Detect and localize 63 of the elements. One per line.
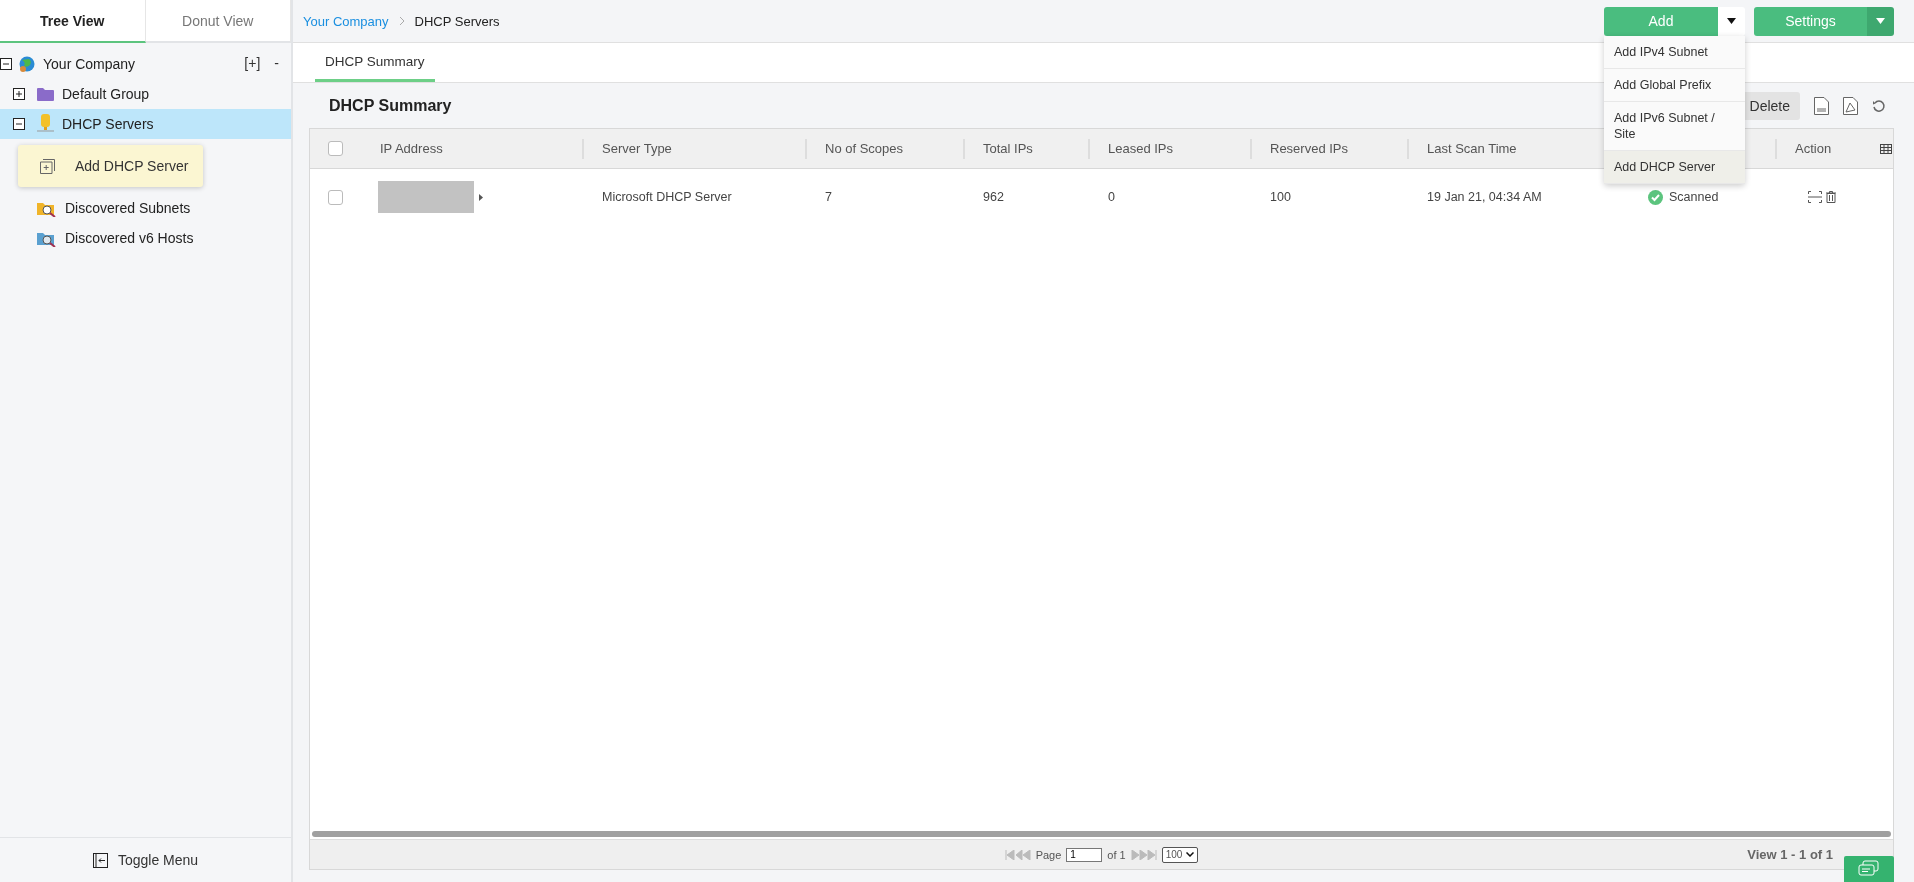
collapse-all-link[interactable]: - — [274, 55, 279, 71]
page-count: of 1 — [1107, 848, 1126, 861]
refresh-icon[interactable] — [1872, 98, 1886, 113]
server-icon — [37, 114, 54, 134]
column-header[interactable]: IP Address — [362, 138, 582, 159]
column-header[interactable]: Last Scan Time — [1407, 138, 1600, 159]
column-header[interactable]: Leased IPs — [1088, 138, 1250, 159]
collapse-icon[interactable] — [0, 58, 12, 70]
view-tab[interactable]: Donut View — [145, 0, 291, 43]
breadcrumb-current: DHCP Servers — [414, 13, 500, 29]
tree-item[interactable]: Discovered Subnets — [0, 193, 201, 223]
page-input[interactable]: 1 — [1066, 847, 1103, 862]
record-count: View 1 - 1 of 1 — [1747, 847, 1833, 862]
globe-icon — [18, 55, 35, 73]
collapse-icon[interactable] — [13, 118, 25, 130]
add-dropdown-button[interactable] — [1718, 6, 1745, 36]
tree-item[interactable]: Your Company — [0, 49, 146, 79]
columns-icon[interactable] — [1880, 143, 1892, 154]
table-cell-text: 19 Jan 21, 04:34 AM — [1426, 190, 1543, 204]
page-size-select[interactable]: 100 — [1161, 846, 1199, 863]
chevron-icon — [398, 16, 405, 26]
view-tab[interactable]: Tree View — [0, 0, 146, 43]
column-header[interactable]: No of Scopes — [805, 138, 963, 159]
tree-item[interactable]: Discovered v6 Hosts — [0, 223, 204, 253]
section-tab[interactable]: DHCP Summary — [315, 43, 435, 82]
column-header[interactable]: Reserved IPs — [1250, 138, 1407, 159]
row-checkbox[interactable] — [328, 189, 343, 205]
menu-item[interactable]: Add IPv4 Subnet — [1604, 35, 1745, 69]
collapse-sidebar-icon — [92, 852, 108, 868]
tree-item[interactable]: Default Group — [0, 79, 160, 109]
caret-icon — [1186, 852, 1195, 857]
tree-item[interactable]: DHCP Servers — [0, 109, 291, 139]
select-all-checkbox[interactable] — [328, 141, 343, 156]
table-cell-text: 100 — [1269, 190, 1292, 204]
caret-icon[interactable] — [479, 193, 483, 201]
menu-item[interactable]: Add DHCP Server — [1604, 150, 1745, 184]
pdf-file-icon[interactable] — [1843, 96, 1858, 115]
column-header[interactable]: Server Type — [582, 138, 805, 159]
table-cell-text: 0 — [1107, 190, 1116, 204]
check-circle-icon — [1648, 189, 1663, 205]
context-menu-item[interactable]: Add DHCP Server — [18, 145, 203, 187]
page-label: Page — [1035, 848, 1062, 861]
add-icon — [40, 158, 55, 174]
expand-all-link[interactable]: [+] — [244, 55, 261, 71]
toggle-menu-button[interactable]: Toggle Menu — [0, 838, 291, 882]
chat-icon — [1858, 860, 1880, 878]
table-cell-text: 7 — [824, 190, 833, 204]
expand-icon[interactable] — [1808, 191, 1822, 203]
status-text: Scanned — [1669, 190, 1719, 204]
expand-icon[interactable] — [13, 88, 25, 100]
csv-file-icon[interactable] — [1814, 96, 1829, 115]
menu-item[interactable]: Add IPv6 Subnet / Site — [1604, 101, 1745, 151]
folder-icon — [37, 87, 54, 101]
settings-dropdown-button[interactable] — [1867, 6, 1894, 36]
panel-title: DHCP Summary — [329, 96, 452, 115]
caret-icon — [1876, 18, 1885, 24]
table-cell-text: 962 — [982, 190, 1005, 204]
caret-icon — [1727, 18, 1736, 24]
column-header[interactable]: Total IPs — [963, 138, 1088, 159]
column-header[interactable]: Action — [1775, 138, 1862, 159]
table-cell-text: Microsoft DHCP Server — [601, 190, 733, 204]
menu-item[interactable]: Add Global Prefix — [1604, 68, 1745, 102]
trash-icon[interactable] — [1826, 191, 1836, 203]
